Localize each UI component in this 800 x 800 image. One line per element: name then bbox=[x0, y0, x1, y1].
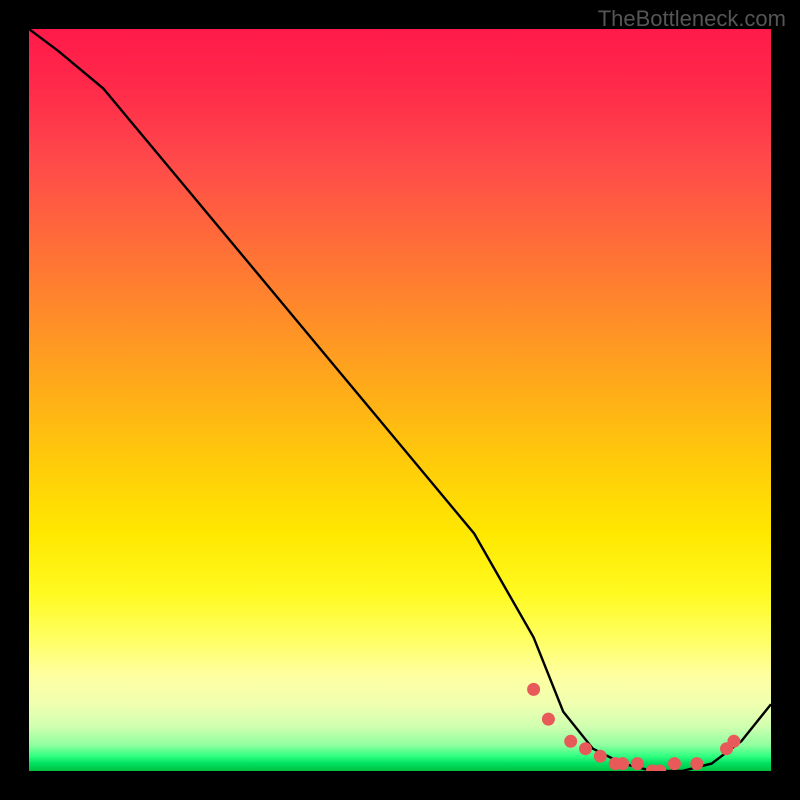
data-point-marker bbox=[542, 713, 555, 726]
data-point-marker bbox=[631, 757, 644, 770]
data-point-marker bbox=[690, 757, 703, 770]
data-point-marker bbox=[668, 757, 681, 770]
data-point-marker bbox=[616, 757, 629, 770]
data-point-marker bbox=[579, 742, 592, 755]
data-point-marker bbox=[564, 735, 577, 748]
data-point-marker bbox=[527, 683, 540, 696]
bottleneck-curve bbox=[29, 29, 771, 771]
watermark-text: TheBottleneck.com bbox=[598, 6, 786, 32]
data-point-marker bbox=[727, 735, 740, 748]
curve-svg bbox=[29, 29, 771, 771]
data-point-markers bbox=[527, 683, 740, 771]
data-point-marker bbox=[594, 750, 607, 763]
chart-plot-area bbox=[29, 29, 771, 771]
